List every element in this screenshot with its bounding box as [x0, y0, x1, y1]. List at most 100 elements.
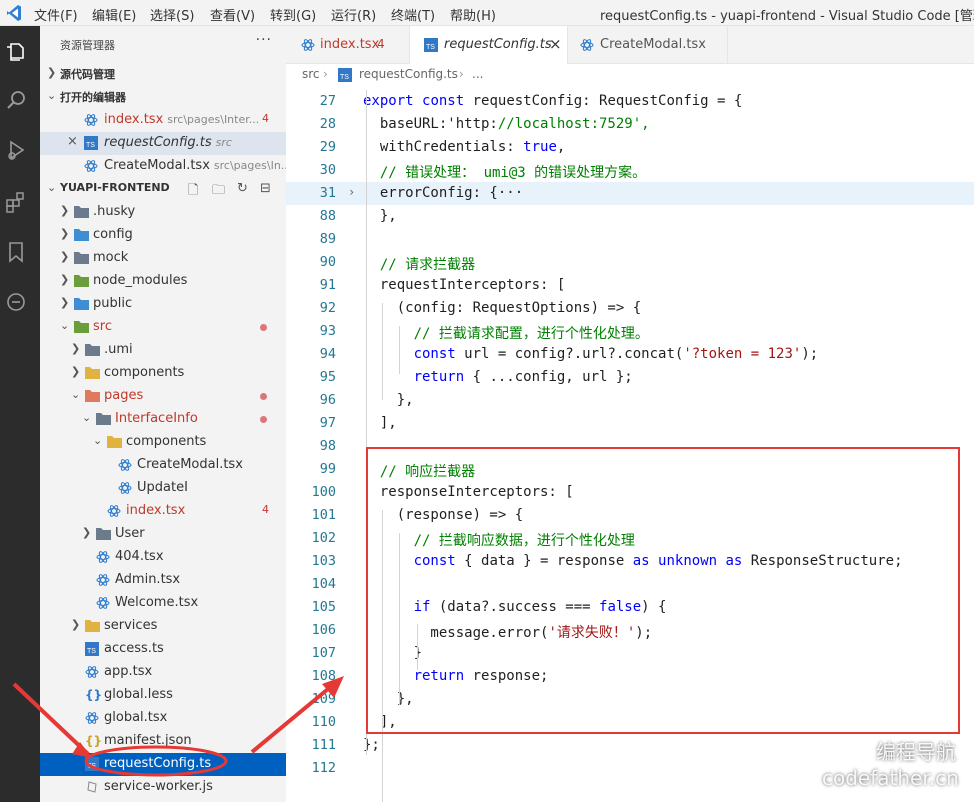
open-editor-item[interactable]: CreateModal.tsx src\pages\In... — [40, 155, 286, 178]
chevron-right-icon: ❯ — [60, 250, 70, 263]
menu-view[interactable]: 查看(V) — [210, 5, 255, 24]
code-line[interactable]: 96 }, — [286, 389, 974, 412]
line-number: 107 — [311, 645, 336, 661]
fold-chevron-icon[interactable]: › — [348, 185, 355, 199]
code-line[interactable]: 31 errorConfig: {··· › — [286, 182, 974, 205]
code-line[interactable]: 28 baseURL:'http://localhost:7529', — [286, 113, 974, 136]
tree-item[interactable]: UpdateI — [40, 477, 286, 500]
code-text: // 请求拦截器 — [379, 257, 476, 273]
tab-problem-count: 4 — [377, 37, 385, 51]
close-icon[interactable]: × — [67, 134, 78, 149]
tree-item[interactable]: ❯ User — [40, 523, 286, 546]
open-editor-item[interactable]: index.tsx src\pages\Inter... 4 — [40, 109, 286, 132]
tree-item[interactable]: 404.tsx — [40, 546, 286, 569]
tree-item[interactable]: service-worker.js — [40, 776, 286, 799]
tree-item[interactable]: app.tsx — [40, 661, 286, 684]
tree-item[interactable]: ❯ config — [40, 224, 286, 247]
tree-item[interactable]: ⌄ InterfaceInfo — [40, 408, 286, 431]
tree-item[interactable]: {} global.less — [40, 684, 286, 707]
tree-item[interactable]: ⌄ src — [40, 316, 286, 339]
code-line[interactable]: 89 — [286, 228, 974, 251]
new-file-icon[interactable]: 🗋 — [188, 181, 198, 203]
tab-index-tsx[interactable]: index.tsx 4 — [286, 26, 410, 64]
tree-item[interactable]: ❯ public — [40, 293, 286, 316]
menu-terminal[interactable]: 终端(T) — [391, 5, 435, 24]
section-project[interactable]: ⌄ YUAPI-FRONTEND 🗋 🗀 ↻ ⊟ — [40, 178, 286, 201]
section-source-control[interactable]: ❯ 源代码管理 — [40, 63, 286, 86]
code-line[interactable]: 27 export const requestConfig: RequestCon… — [286, 90, 974, 113]
folder-icon — [74, 297, 89, 311]
tree-item-label: components — [104, 365, 185, 380]
more-actions-icon[interactable]: ··· — [256, 32, 272, 48]
tree-item[interactable]: ❯ services — [40, 615, 286, 638]
code-line[interactable]: 94 const url = config?.url?.concat('?tok… — [286, 343, 974, 366]
tree-item[interactable]: ❯ components — [40, 362, 286, 385]
section-open-editors[interactable]: ⌄ 打开的编辑器 — [40, 86, 286, 109]
tree-item[interactable]: ⌄ pages — [40, 385, 286, 408]
tree-item[interactable]: TS access.ts — [40, 638, 286, 661]
tree-item-label: config — [93, 227, 133, 242]
code-line[interactable]: 95 return { ...config, url }; — [286, 366, 974, 389]
open-editor-label: requestConfig.ts src — [104, 135, 232, 150]
tree-item[interactable]: Welcome.tsx — [40, 592, 286, 615]
folder-icon — [74, 228, 89, 242]
code-line[interactable]: 30 // 错误处理： umi@3 的错误处理方案。 — [286, 159, 974, 182]
bookmark-icon[interactable] — [4, 240, 28, 264]
breadcrumb-folder[interactable]: src — [302, 67, 320, 81]
source-control-icon[interactable] — [4, 290, 28, 314]
watermark-line-1: 编程导航 — [876, 740, 956, 764]
code-line[interactable]: 90 // 请求拦截器 — [286, 251, 974, 274]
tree-item[interactable]: index.tsx 4 — [40, 500, 286, 523]
menu-goto[interactable]: 转到(G) — [270, 5, 316, 24]
chevron-right-icon: ❯ — [71, 365, 81, 378]
code-line[interactable]: 91 requestInterceptors: [ — [286, 274, 974, 297]
tree-item[interactable]: ❯ mock — [40, 247, 286, 270]
folder-icon — [85, 389, 100, 403]
chevron-right-icon: ❯ — [60, 273, 70, 286]
tree-item[interactable]: Admin.tsx — [40, 569, 286, 592]
code-line[interactable]: 88 }, — [286, 205, 974, 228]
chevron-right-icon: ❯ — [71, 342, 81, 355]
explorer-icon[interactable] — [4, 40, 28, 64]
extensions-icon[interactable] — [4, 190, 28, 214]
new-folder-icon[interactable]: 🗀 — [212, 181, 225, 203]
menu-run[interactable]: 运行(R) — [331, 5, 376, 24]
line-number: 30 — [319, 162, 336, 178]
tree-item-label: public — [93, 296, 133, 311]
tree-item[interactable]: {} manifest.json — [40, 730, 286, 753]
menu-help[interactable]: 帮助(H) — [450, 5, 496, 24]
menu-selection[interactable]: 选择(S) — [150, 5, 194, 24]
code-line[interactable]: 93 // 拦截请求配置，进行个性化处理。 — [286, 320, 974, 343]
tree-item-label: access.ts — [104, 641, 164, 656]
line-number: 100 — [311, 484, 336, 500]
tree-item[interactable]: ⌄ components — [40, 431, 286, 454]
menu-edit[interactable]: 编辑(E) — [92, 5, 136, 24]
tab-createmodal-tsx[interactable]: CreateModal.tsx — [568, 26, 728, 64]
svg-text:TS: TS — [340, 74, 349, 81]
search-icon[interactable] — [4, 88, 28, 112]
tab-requestconfig-ts[interactable]: TS requestConfig.ts × — [410, 26, 568, 64]
tree-item[interactable]: CreateModal.tsx — [40, 454, 286, 477]
code-line[interactable]: 29 withCredentials: true, — [286, 136, 974, 159]
run-debug-icon[interactable] — [4, 138, 28, 162]
tree-item[interactable]: ❯ .husky — [40, 201, 286, 224]
menu-file[interactable]: 文件(F) — [34, 5, 78, 24]
open-editor-item[interactable]: × TS requestConfig.ts src — [40, 132, 286, 155]
tab-close-icon[interactable]: × — [549, 35, 562, 53]
line-number: 93 — [319, 323, 336, 339]
code-line[interactable]: 111}; — [286, 734, 974, 757]
code-line[interactable]: 92 (config: RequestOptions) => { — [286, 297, 974, 320]
tree-item-label: InterfaceInfo — [115, 411, 198, 426]
tab-label: CreateModal.tsx — [600, 37, 706, 52]
tree-item[interactable]: global.tsx — [40, 707, 286, 730]
tree-item-label: Admin.tsx — [115, 572, 181, 587]
line-number: 28 — [319, 116, 336, 132]
code-line[interactable]: 97 ], — [286, 412, 974, 435]
breadcrumb-file[interactable]: requestConfig.ts — [359, 67, 458, 81]
refresh-icon[interactable]: ↻ — [237, 181, 248, 196]
tree-item[interactable]: TS requestConfig.ts — [40, 753, 286, 776]
collapse-all-icon[interactable]: ⊟ — [260, 181, 271, 196]
tree-item[interactable]: ❯ .umi — [40, 339, 286, 362]
breadcrumb-more[interactable]: ... — [472, 67, 483, 81]
tree-item[interactable]: ❯ node_modules — [40, 270, 286, 293]
